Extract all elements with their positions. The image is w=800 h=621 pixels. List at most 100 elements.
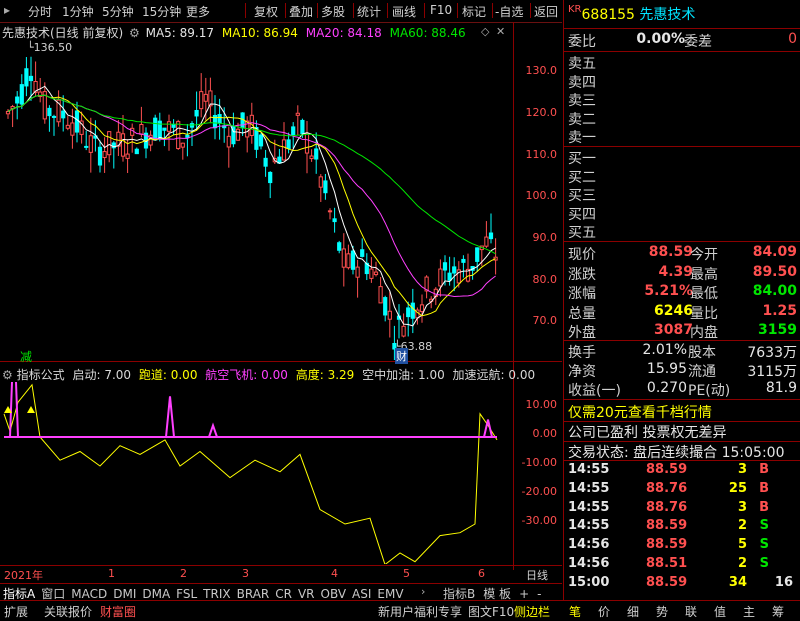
panel-tab[interactable]: 势 <box>656 603 668 620</box>
indicator-tab[interactable]: ASI <box>352 587 371 601</box>
indicator-tab[interactable]: CR <box>275 587 292 601</box>
candle-body <box>373 271 379 276</box>
tab-more[interactable]: 更多 <box>186 3 210 20</box>
stat-label: 总量 <box>568 305 596 322</box>
kline-chart-area[interactable]: 先惠技术(日线 前复权) ⚙ MA5: 89.17 MA10: 86.94 MA… <box>0 22 562 582</box>
statistics-button[interactable]: 统计 <box>357 3 381 20</box>
stat-label: 现价 <box>568 247 596 263</box>
diamond-icon[interactable]: ◇ <box>481 25 489 38</box>
indicator-tab[interactable]: MACD <box>71 587 107 601</box>
scroll-right-icon[interactable]: › <box>421 585 425 598</box>
candle-body <box>327 210 333 213</box>
y-tick: 10.00 <box>525 398 558 411</box>
month-label: 6 <box>478 567 485 580</box>
reduce-tag[interactable]: 减 <box>20 348 32 365</box>
ma5-label: MA5: 89.17 <box>145 26 215 40</box>
indicator-item: 空中加油: 1.00 <box>362 368 445 382</box>
wealth-circle-button[interactable]: 财富圈 <box>100 603 136 620</box>
draw-line-button[interactable]: 画线 <box>392 3 416 20</box>
status-bar: 扩展 关联报价 财富圈 新用户福利专享 图文F10 侧边栏 笔价细势联值主筹 <box>0 600 800 621</box>
tick-time: 14:56 <box>568 556 610 571</box>
candle-body <box>185 134 190 138</box>
close-icon[interactable]: ✕ <box>496 25 505 38</box>
tick-volume: 5 <box>737 537 747 553</box>
stat-value: 84.09 <box>752 244 797 260</box>
candle-body <box>176 121 181 149</box>
restore-rights-button[interactable]: 复权 <box>254 3 278 20</box>
stock-name: 先惠技术 <box>639 7 696 23</box>
indicator-tab[interactable]: - <box>537 587 541 601</box>
panel-tab[interactable]: 价 <box>598 603 610 620</box>
tick-volume: 2 <box>737 556 747 571</box>
candle-body <box>438 268 443 287</box>
tick-side: B <box>759 462 769 477</box>
tick-row: 14:55 88.76 3 B <box>568 500 797 518</box>
sidebar-button[interactable]: 侧边栏 <box>514 603 550 620</box>
f10-text-button[interactable]: 图文F10 <box>468 603 514 620</box>
indicator-tab[interactable]: 窗口 <box>41 587 65 601</box>
indicator-item: 航空飞机: 0.00 <box>205 368 288 382</box>
stat-value: 2.01% <box>642 342 687 358</box>
overlay-button[interactable]: 叠加 <box>289 3 313 20</box>
multi-stock-button[interactable]: 多股 <box>321 3 345 20</box>
indicator-tab[interactable]: FSL <box>176 587 197 601</box>
back-button[interactable]: 返回 <box>534 3 558 20</box>
candle-body <box>258 134 264 147</box>
watchlist-button[interactable]: -自选 <box>495 3 523 20</box>
panel-tab[interactable]: 主 <box>743 603 755 620</box>
candle-body <box>309 155 314 160</box>
indicator-tab[interactable]: BRAR <box>237 587 270 601</box>
tab-intraday[interactable]: 分时 <box>28 3 52 20</box>
indicator-tab[interactable]: TRIX <box>203 587 230 601</box>
promo-banner[interactable]: 仅需20元查看千档行情 <box>568 402 712 421</box>
stat-label: 涨跌 <box>568 266 596 283</box>
candle-body <box>180 142 185 148</box>
tick-price: 88.59 <box>646 518 688 534</box>
indicator-tab[interactable]: EMV <box>377 587 403 601</box>
month-label: 4 <box>331 567 338 580</box>
candle-body <box>295 112 300 116</box>
indicator-item: 高度: 3.29 <box>295 368 355 382</box>
settings-icon[interactable]: ⚙ <box>129 26 140 40</box>
stat-value: 89.50 <box>752 263 797 280</box>
stat-label: 涨幅 <box>568 286 596 303</box>
related-quote-button[interactable]: 关联报价 <box>44 603 92 620</box>
new-user-promo[interactable]: 新用户福利专享 <box>378 603 462 620</box>
panel-tab[interactable]: 笔 <box>569 603 581 620</box>
candle-body <box>350 250 356 270</box>
stat-label: 量比 <box>690 305 718 322</box>
stat-value: 7633万 <box>747 345 797 361</box>
indicator-tab[interactable]: DMI <box>113 587 136 601</box>
indicator-tab[interactable]: + <box>519 587 529 601</box>
indicator-tab[interactable]: VR <box>298 587 315 601</box>
panel-tab[interactable]: 细 <box>627 603 639 620</box>
quote-panel: KR688155 先惠技术 委比 0.00% 委差 0 卖五 卖四 卖三 卖二 卖一 买… <box>563 0 800 600</box>
year-label: 2021年 <box>4 569 43 582</box>
sell-level-row: 卖二 <box>568 111 596 128</box>
sell-level-row: 卖五 <box>568 56 596 72</box>
month-label: 3 <box>242 567 249 580</box>
indicator-tab[interactable]: OBV <box>321 587 347 601</box>
panel-tab[interactable]: 筹 <box>772 603 784 620</box>
finance-tag[interactable]: 财 <box>395 348 408 364</box>
settings-icon[interactable]: ⚙ <box>2 368 13 382</box>
indicator-tab[interactable]: 模 板 <box>483 587 511 601</box>
menu-arrow-icon[interactable]: ▸ <box>4 3 10 17</box>
panel-tab[interactable]: 值 <box>714 603 726 620</box>
tab-1min[interactable]: 1分钟 <box>62 3 94 20</box>
tab-15min[interactable]: 15分钟 <box>142 3 181 20</box>
f10-button[interactable]: F10 <box>430 3 452 17</box>
indicator-tab[interactable]: 指标A <box>3 587 35 601</box>
tab-5min[interactable]: 5分钟 <box>102 3 134 20</box>
indicator-tab[interactable]: DMA <box>142 587 170 601</box>
buy-level-row: 买五 <box>568 225 596 242</box>
stat-label: 收益(一) <box>568 383 621 399</box>
tick-side: S <box>759 518 769 534</box>
candle-body <box>134 148 139 155</box>
expand-button[interactable]: 扩展 <box>4 603 28 620</box>
panel-tab[interactable]: 联 <box>685 603 697 620</box>
mark-button[interactable]: 标记 <box>462 3 486 20</box>
period-label[interactable]: 日线 <box>526 567 548 583</box>
candle-body <box>314 148 319 160</box>
indicator-tab[interactable]: 指标B <box>443 587 475 601</box>
